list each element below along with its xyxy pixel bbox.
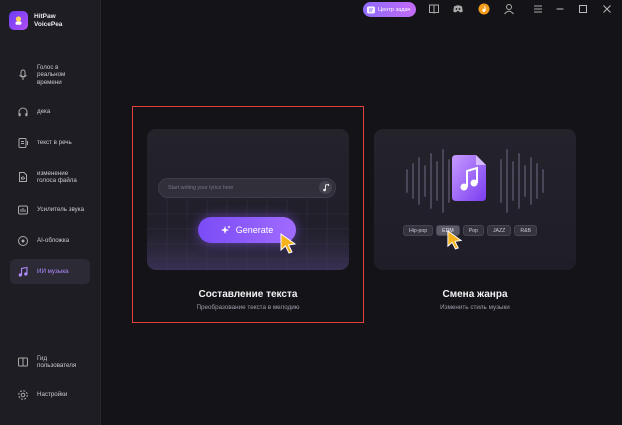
book-icon[interactable] bbox=[428, 3, 440, 15]
sidebar-item-user-guide[interactable]: Гид пользователя bbox=[10, 352, 90, 372]
maximize-icon[interactable] bbox=[577, 3, 589, 15]
cursor-icon bbox=[447, 230, 463, 250]
sidebar-item-ai-cover[interactable]: AI-обложка bbox=[10, 233, 90, 249]
discord-icon[interactable] bbox=[452, 3, 464, 15]
sidebar-item-label: Голос в реальном времени bbox=[37, 63, 66, 86]
sound-enhancer-icon bbox=[18, 205, 28, 215]
settings-icon bbox=[18, 390, 28, 400]
ai-music-icon bbox=[18, 266, 28, 277]
sidebar-item-label: изменение голоса файла bbox=[37, 169, 77, 185]
menu-icon[interactable] bbox=[532, 3, 544, 15]
generate-label: Generate bbox=[235, 225, 274, 235]
user-icon[interactable] bbox=[503, 3, 515, 15]
sidebar-item-text-to-speech[interactable]: текст в речь bbox=[10, 135, 90, 151]
sidebar-item-label: ИИ музыка bbox=[37, 267, 69, 275]
genre-card[interactable]: Hip-pop EDM Pop JAZZ R&B bbox=[374, 129, 576, 270]
music-note-icon bbox=[322, 183, 329, 191]
sidebar-item-label: Гид пользователя bbox=[37, 354, 77, 370]
task-center-button[interactable]: Центр задач bbox=[363, 2, 416, 17]
sidebar: HitPaw VoicePea Голос в реальном времени… bbox=[0, 0, 101, 425]
sidebar-item-label: Усилитель звука bbox=[37, 206, 85, 214]
sidebar-item-deck[interactable]: дека bbox=[10, 104, 90, 120]
music-note-button[interactable] bbox=[319, 181, 332, 194]
app-logo: HitPaw VoicePea bbox=[9, 11, 70, 30]
genre-chip-rnb[interactable]: R&B bbox=[514, 225, 538, 236]
sparkle-icon bbox=[220, 225, 231, 234]
sidebar-item-ai-music[interactable]: ИИ музыка bbox=[10, 259, 90, 284]
sidebar-item-file-voice-changer[interactable]: изменение голоса файла bbox=[10, 165, 90, 189]
grid-background bbox=[147, 199, 349, 270]
sidebar-item-realtime-voice[interactable]: Голос в реальном времени bbox=[10, 60, 90, 90]
lyrics-input-placeholder: Start writing your lyrics here bbox=[168, 185, 234, 191]
genre-card-title: Смена жанра bbox=[442, 289, 508, 300]
genre-chip-hip-pop[interactable]: Hip-pop bbox=[403, 225, 434, 236]
sidebar-item-label: Настройки bbox=[37, 391, 68, 399]
cursor-icon bbox=[280, 233, 297, 254]
lyrics-card-title: Составление текста bbox=[198, 289, 298, 300]
ai-cover-icon bbox=[18, 236, 28, 246]
genre-chip-jazz[interactable]: JAZZ bbox=[486, 225, 512, 236]
headphones-icon bbox=[18, 107, 28, 117]
task-center-icon bbox=[367, 6, 375, 13]
sidebar-item-label: AI-обложка bbox=[37, 237, 70, 245]
fire-icon[interactable] bbox=[478, 3, 490, 15]
app-name: HitPaw VoicePea bbox=[34, 12, 63, 28]
file-voice-icon bbox=[19, 172, 27, 182]
genre-chip-row: Hip-pop EDM Pop JAZZ R&B bbox=[403, 225, 538, 236]
sidebar-item-settings[interactable]: Настройки bbox=[10, 387, 90, 403]
lyrics-card-subtitle: Преобразование текста в мелодию bbox=[196, 304, 300, 311]
genre-chip-pop[interactable]: Pop bbox=[462, 225, 484, 236]
guide-icon bbox=[18, 357, 28, 367]
logo-icon bbox=[9, 11, 28, 30]
sidebar-item-label: текст в речь bbox=[37, 139, 72, 147]
close-icon[interactable] bbox=[601, 3, 613, 15]
lyrics-card[interactable]: Start writing your lyrics here Generate bbox=[147, 129, 349, 270]
music-file-icon bbox=[452, 155, 486, 201]
sidebar-item-sound-enhancer[interactable]: Усилитель звука bbox=[10, 202, 90, 218]
lyrics-input[interactable]: Start writing your lyrics here bbox=[158, 178, 336, 198]
microphone-icon bbox=[19, 69, 27, 80]
text-to-speech-icon bbox=[18, 138, 28, 148]
task-center-label: Центр задач bbox=[378, 6, 411, 13]
minimize-icon[interactable] bbox=[554, 3, 566, 15]
sidebar-item-label: дека bbox=[37, 108, 51, 116]
genre-card-subtitle: Изменить стиль музыки bbox=[440, 304, 510, 311]
